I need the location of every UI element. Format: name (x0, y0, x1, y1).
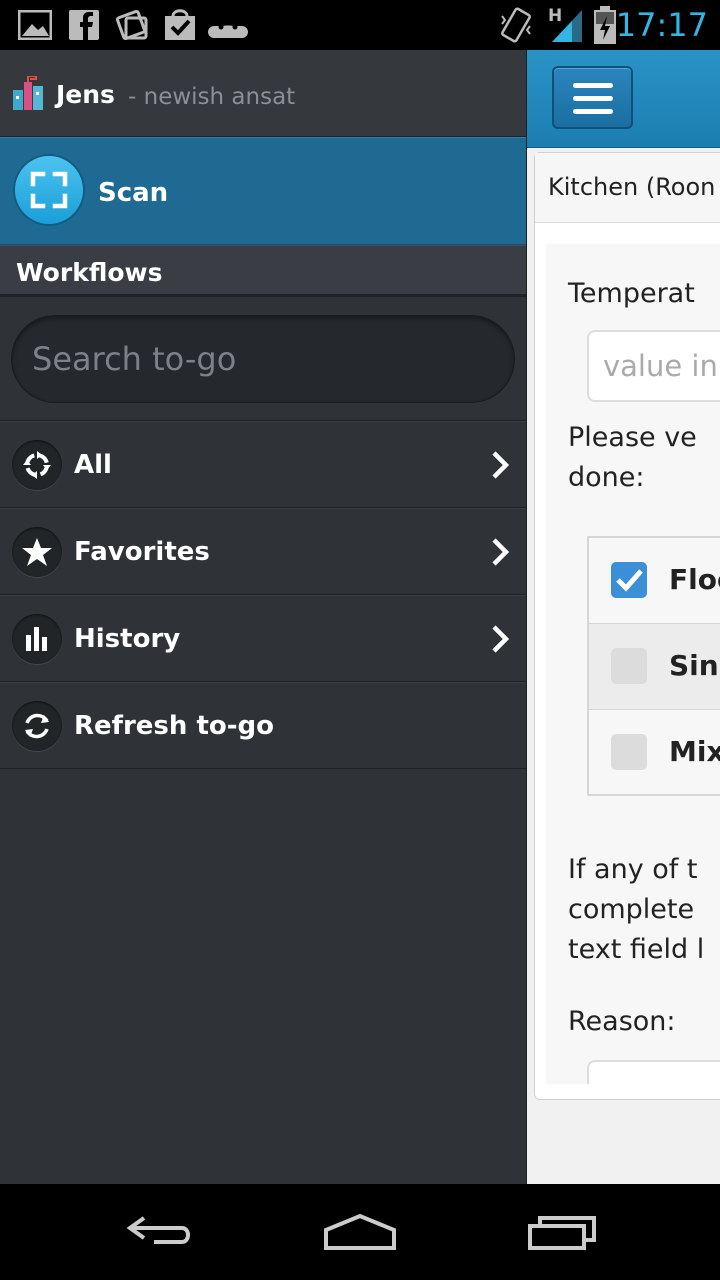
battery-charging-icon (594, 6, 616, 44)
clock: 17:17 (615, 6, 708, 44)
bar-chart-icon (12, 614, 62, 664)
status-bar: H 17:17 (0, 0, 720, 50)
search-container (0, 297, 526, 421)
main-content: Kitchen (Roon Temperat Please ve done: F… (527, 50, 720, 1184)
verify-text-line2: done: (568, 462, 645, 493)
menu-button[interactable] (552, 66, 633, 129)
app-header (527, 50, 720, 148)
check-item-label: Sinl (669, 649, 720, 682)
user-subtitle: - newish ansat (128, 84, 296, 110)
check-item-label: Floo (669, 563, 720, 596)
scan-icon (15, 156, 83, 224)
card-title: Kitchen (Roon (548, 173, 716, 201)
sidebar-item-refresh[interactable]: Refresh to-go (0, 682, 526, 769)
back-icon[interactable] (124, 1212, 196, 1252)
chevron-right-icon (492, 451, 510, 479)
drawer-header: Jens - newish ansat (0, 50, 526, 137)
reason-label: Reason: (568, 1006, 676, 1037)
sidebar-item-label: Refresh to-go (74, 711, 275, 741)
star-icon (12, 527, 62, 577)
sidebar-item-label: Favorites (74, 537, 210, 567)
note-text-line3: text field l (568, 934, 705, 965)
facebook-icon (69, 10, 99, 40)
vibrate-icon (501, 7, 531, 43)
recent-apps-icon[interactable] (526, 1212, 598, 1252)
section-title: Workflows (16, 258, 163, 287)
recycle-arrows-icon (12, 440, 62, 490)
checkbox-checked[interactable] (611, 562, 647, 598)
gallery-icon (18, 10, 52, 40)
checkmark-icon (616, 569, 643, 592)
hamburger-icon-bar (573, 96, 613, 101)
checkbox-unchecked[interactable] (611, 648, 647, 684)
check-item-mixer[interactable]: Mix (589, 710, 720, 796)
card-header[interactable]: Kitchen (Roon (535, 153, 720, 223)
verify-text-line1: Please ve (568, 422, 697, 453)
checkbox-unchecked[interactable] (611, 734, 647, 770)
workflows-section-header: Workflows (0, 245, 526, 297)
sidebar-item-label: All (74, 450, 112, 480)
chevron-right-icon (492, 538, 510, 566)
note-text-line1: If any of t (568, 854, 698, 885)
reason-input[interactable] (587, 1060, 720, 1084)
checklist: Floo Sinl Mix (587, 536, 720, 796)
hamburger-icon-bar (573, 109, 613, 114)
shopping-bag-icon (165, 9, 195, 40)
photos-icon (116, 9, 148, 41)
hamburger-icon (573, 83, 613, 88)
scan-label: Scan (98, 178, 169, 208)
check-item-sink[interactable]: Sinl (589, 624, 720, 710)
user-name: Jens (56, 80, 115, 109)
home-icon[interactable] (322, 1212, 398, 1252)
temperature-input[interactable] (587, 330, 720, 402)
note-text-line2: complete (568, 894, 695, 925)
sidebar-item-history[interactable]: History (0, 595, 526, 682)
android-icon (208, 24, 248, 38)
temperature-label: Temperat (568, 278, 695, 309)
navigation-drawer: Jens - newish ansat Scan Workflows All (0, 50, 527, 1184)
refresh-icon (12, 701, 62, 751)
search-input[interactable] (11, 315, 515, 403)
signal-icon (552, 10, 582, 42)
sidebar-item-favorites[interactable]: Favorites (0, 508, 526, 595)
sidebar-item-label: History (74, 624, 181, 654)
card-bottom (534, 1084, 720, 1100)
chevron-right-icon (492, 625, 510, 653)
app-logo-icon (13, 76, 43, 110)
sidebar-item-all[interactable]: All (0, 421, 526, 508)
scan-button[interactable]: Scan (0, 137, 526, 245)
system-nav-bar (0, 1184, 720, 1280)
check-item-label: Mix (669, 735, 720, 768)
check-item-floor[interactable]: Floo (589, 538, 720, 624)
